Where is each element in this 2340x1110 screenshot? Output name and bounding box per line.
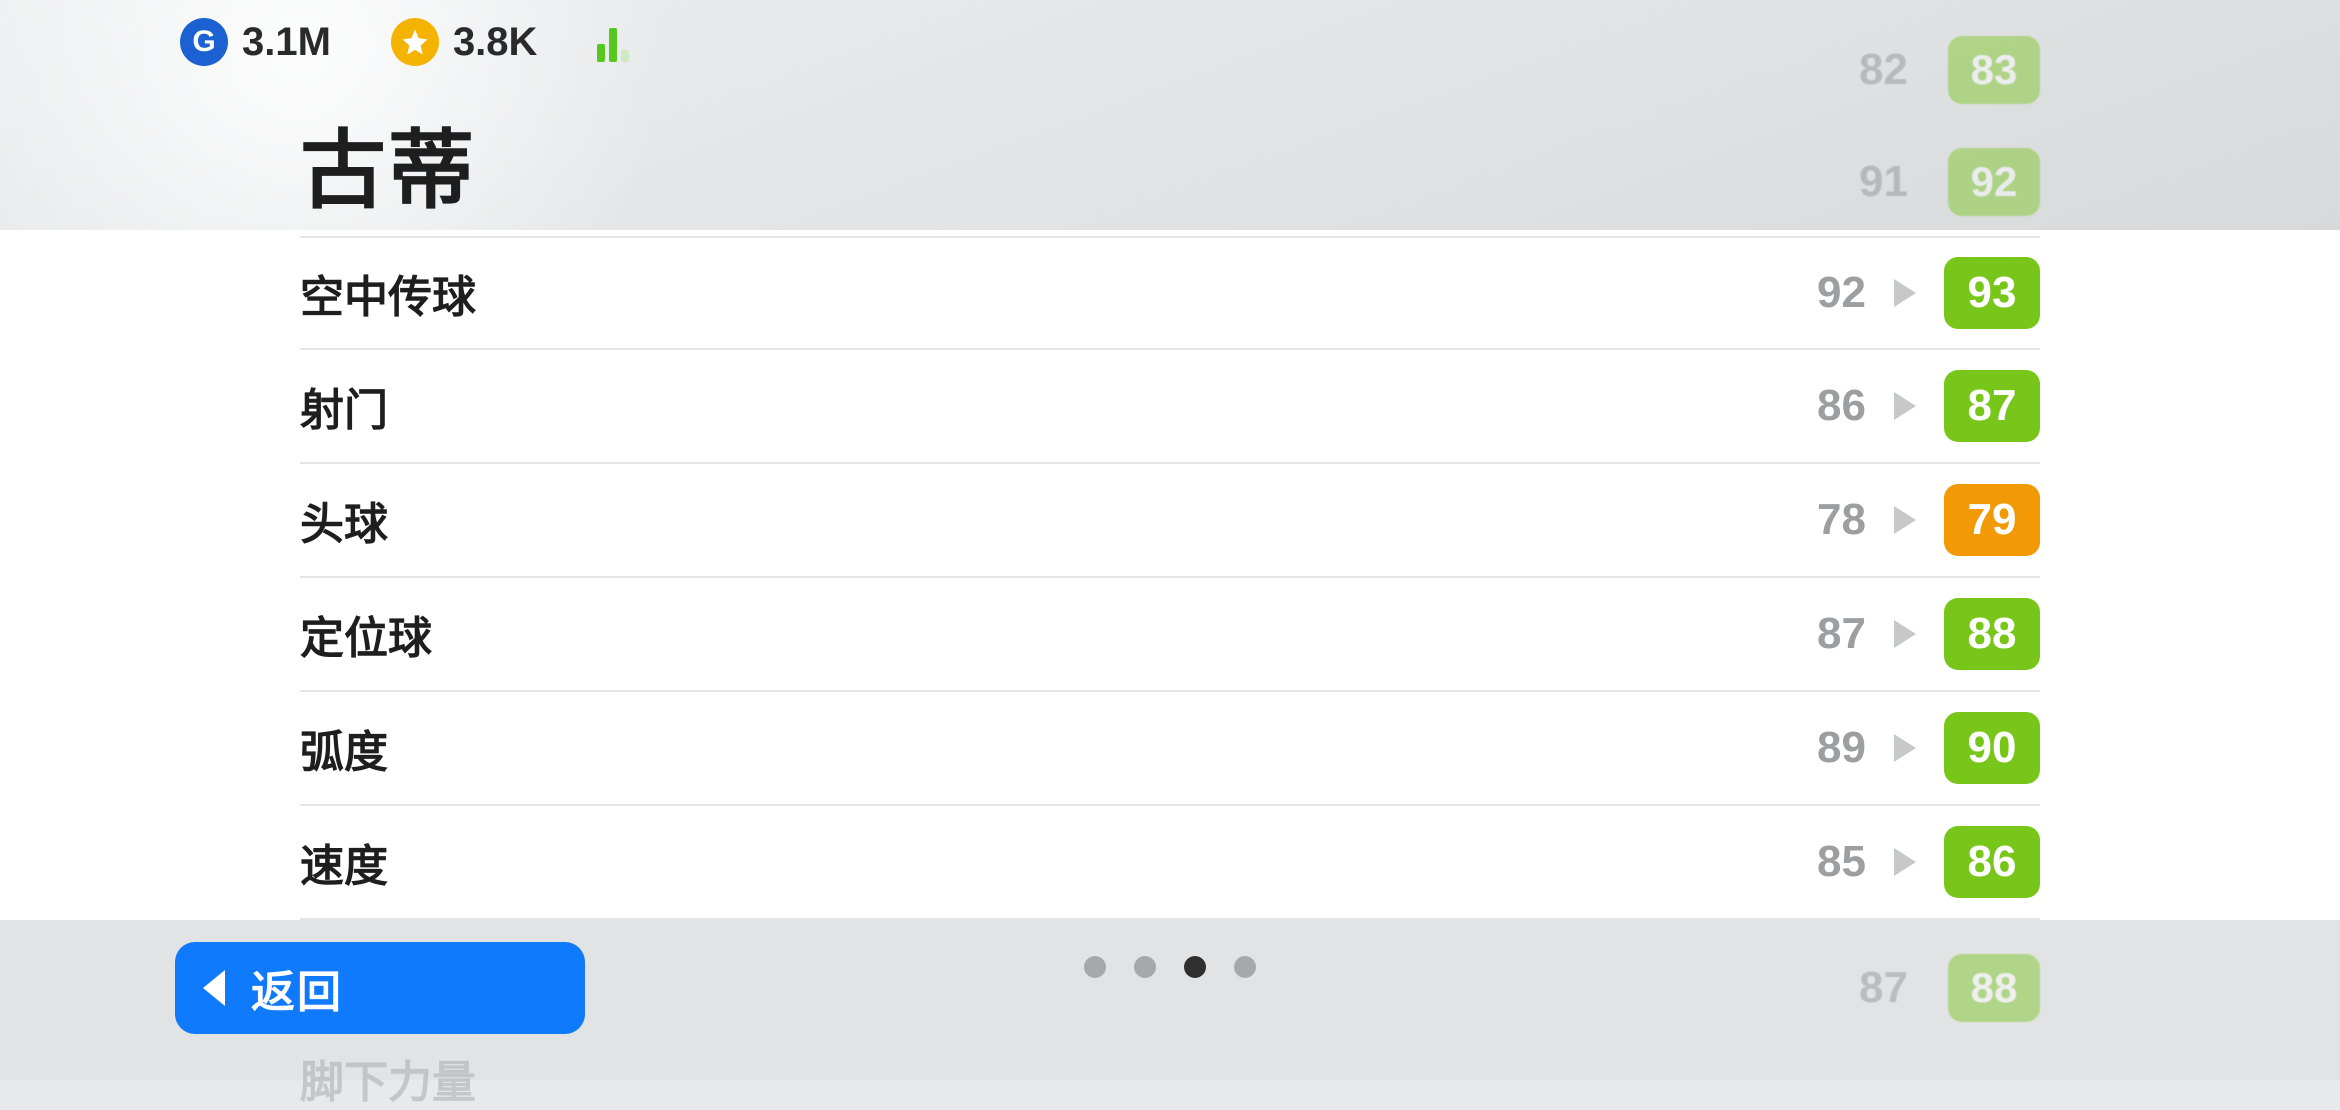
arrow-right-icon — [1894, 279, 1916, 307]
stat-old-value: 86 — [1796, 381, 1866, 431]
stat-old-value: 87 — [1796, 609, 1866, 659]
currency-bar: G 3.1M 3.8K — [180, 18, 629, 66]
ghost-stat-label: 脚下力量 — [300, 1046, 476, 1110]
ghost-old-value: 87 — [1859, 963, 1908, 1013]
stat-list[interactable]: 空中传球9293射门8687头球7879定位球8788弧度8990速度8586 — [300, 230, 2040, 920]
stat-label: 弧度 — [300, 716, 1796, 780]
star-coin-icon — [391, 18, 439, 66]
arrow-right-icon — [1894, 734, 1916, 762]
ghost-old-value: 82 — [1859, 45, 1908, 95]
page-dots[interactable] — [1084, 956, 1256, 978]
stat-new-badge: 93 — [1944, 257, 2040, 329]
stat-old-value: 78 — [1796, 495, 1866, 545]
stat-label: 头球 — [300, 488, 1796, 552]
g-coin-icon: G — [180, 18, 228, 66]
chevron-left-icon — [203, 970, 225, 1006]
ghost-new-badge: 83 — [1948, 36, 2040, 104]
stat-new-badge: 90 — [1944, 712, 2040, 784]
arrow-right-icon — [1894, 506, 1916, 534]
stat-new-badge: 86 — [1944, 826, 2040, 898]
ghost-stat-row: 91 92 — [1859, 148, 2040, 216]
stat-old-value: 89 — [1796, 723, 1866, 773]
currency-star[interactable]: 3.8K — [391, 18, 538, 66]
ghost-old-value: 91 — [1859, 157, 1908, 207]
stat-row[interactable]: 射门86 87 — [300, 350, 2040, 464]
stat-new-badge: 79 — [1944, 484, 2040, 556]
back-label: 返回 — [251, 956, 343, 1020]
arrow-right-icon — [1894, 392, 1916, 420]
ghost-stat-row: 82 83 — [1859, 36, 2040, 104]
currency-star-value: 3.8K — [453, 20, 538, 65]
arrow-right-icon — [1894, 848, 1916, 876]
stat-label: 速度 — [300, 830, 1796, 894]
page-dot[interactable] — [1234, 956, 1256, 978]
stats-panel: 空中传球9293射门8687头球7879定位球8788弧度8990速度8586 — [0, 230, 2340, 920]
stat-old-value: 85 — [1796, 837, 1866, 887]
player-name: 古蒂 — [300, 100, 476, 225]
stat-old-value: 92 — [1796, 268, 1866, 318]
back-button[interactable]: 返回 — [175, 942, 585, 1034]
arrow-right-icon — [1894, 620, 1916, 648]
signal-icon — [597, 22, 629, 62]
stat-label: 射门 — [300, 374, 1796, 438]
page-dot[interactable] — [1184, 956, 1206, 978]
stat-new-badge: 88 — [1944, 598, 2040, 670]
stat-row[interactable]: 头球78 79 — [300, 464, 2040, 578]
page-dot[interactable] — [1084, 956, 1106, 978]
currency-g-value: 3.1M — [242, 20, 331, 65]
stat-row[interactable]: 定位球87 88 — [300, 578, 2040, 692]
stat-row[interactable]: 速度85 86 — [300, 806, 2040, 920]
stat-label: 空中传球 — [300, 261, 1796, 325]
stat-row[interactable]: 空中传球92 93 — [300, 236, 2040, 350]
currency-g[interactable]: G 3.1M — [180, 18, 331, 66]
ghost-new-badge: 88 — [1948, 954, 2040, 1022]
stat-row[interactable]: 弧度89 90 — [300, 692, 2040, 806]
ghost-new-badge: 92 — [1948, 148, 2040, 216]
page-dot[interactable] — [1134, 956, 1156, 978]
stat-new-badge: 87 — [1944, 370, 2040, 442]
stat-label: 定位球 — [300, 602, 1796, 666]
ghost-stat-row: 87 88 — [1859, 954, 2040, 1022]
